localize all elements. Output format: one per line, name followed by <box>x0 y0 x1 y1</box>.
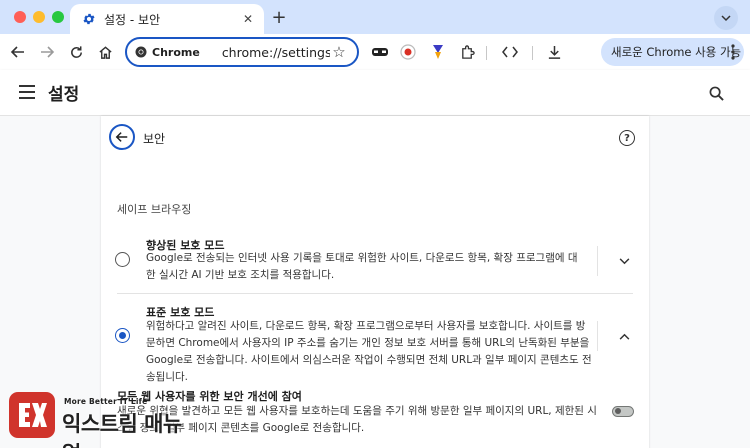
reload-button[interactable] <box>62 38 90 66</box>
forward-button[interactable] <box>33 38 61 66</box>
toolbar-divider <box>532 46 533 60</box>
home-button[interactable] <box>91 38 119 66</box>
chrome-icon <box>135 46 147 58</box>
collapse-standard-button[interactable] <box>616 328 632 344</box>
extension-mask-icon[interactable] <box>372 44 388 60</box>
menu-icon[interactable] <box>19 85 35 99</box>
security-heading: 보안 <box>143 132 166 146</box>
address-bar[interactable]: Chrome chrome://settings/se... ☆ <box>125 37 359 67</box>
toolbar-divider <box>486 46 487 60</box>
window-zoom-button[interactable] <box>52 11 64 23</box>
watermark-tagline: More Better IT Life <box>64 397 148 406</box>
window-close-button[interactable] <box>14 11 26 23</box>
update-chrome-button[interactable]: 새로운 Chrome 사용 가능 <box>601 38 744 66</box>
arrow-right-icon <box>41 46 55 58</box>
url-text[interactable]: chrome://settings/se... <box>222 45 330 60</box>
option-enhanced-protection[interactable]: 향상된 보호 모드 Google로 전송되는 인터넷 사용 기록을 토대로 위험… <box>101 234 649 290</box>
back-arrow-button[interactable] <box>109 124 135 150</box>
site-watermark: More Better IT Life 익스트림 매뉴얼 <box>9 392 199 448</box>
help-icon[interactable]: ? <box>619 130 635 146</box>
search-icon <box>709 86 724 101</box>
extension-download-arrow-icon[interactable] <box>430 44 446 60</box>
site-info-chip[interactable]: Chrome <box>135 46 200 59</box>
chevron-up-icon <box>619 333 629 340</box>
radio-standard-protection[interactable] <box>115 328 130 343</box>
option-standard-protection[interactable]: 표준 보호 모드 위험하다고 알려진 사이트, 다운로드 항목, 확장 프로그램… <box>101 301 649 383</box>
row-divider <box>117 293 633 294</box>
option-separator <box>597 246 598 276</box>
option-separator <box>597 321 598 351</box>
search-settings-button[interactable] <box>706 83 726 103</box>
chevron-down-icon <box>619 257 629 264</box>
devtools-code-icon[interactable] <box>502 44 518 60</box>
home-icon <box>98 45 112 59</box>
update-chrome-label: 새로운 Chrome 사용 가능 <box>611 45 742 59</box>
watermark-logo-icon <box>9 392 55 438</box>
extension-record-icon[interactable] <box>400 44 416 60</box>
window-minimize-button[interactable] <box>33 11 45 23</box>
safe-browsing-section-title: 세이프 브라우징 <box>117 203 192 216</box>
settings-header: 설정 <box>0 70 750 116</box>
more-vert-icon <box>731 44 735 60</box>
bookmark-star-icon[interactable]: ☆ <box>331 43 347 61</box>
back-button[interactable] <box>4 38 32 66</box>
watermark-name: 익스트림 매뉴얼 <box>62 412 182 448</box>
arrow-left-icon <box>115 132 128 142</box>
downloads-icon[interactable] <box>546 44 562 60</box>
option-description: Google로 전송되는 인터넷 사용 기록을 토대로 위험한 사이트, 다운로… <box>146 252 578 281</box>
gear-icon <box>82 12 96 26</box>
chevron-down-icon <box>721 15 731 22</box>
browser-toolbar: Chrome chrome://settings/se... ☆ 새로운 Chr… <box>0 34 750 70</box>
option-description: 위험하다고 알려진 사이트, 다운로드 항목, 확장 프로그램으로부터 사용자를… <box>146 320 592 383</box>
arrow-left-icon <box>10 46 24 58</box>
expand-enhanced-button[interactable] <box>616 253 632 269</box>
tab-title: 설정 - 보안 <box>104 12 161 27</box>
extensions-puzzle-icon[interactable] <box>459 44 475 60</box>
page-title: 설정 <box>48 85 80 105</box>
tab-close-icon[interactable]: ✕ <box>240 11 256 27</box>
reload-icon <box>70 45 82 58</box>
tab-strip: 설정 - 보안 ✕ + <box>0 0 750 34</box>
new-tab-button[interactable]: + <box>268 6 290 28</box>
security-improvement-toggle[interactable] <box>612 406 634 417</box>
tab-search-button[interactable] <box>714 6 738 30</box>
radio-enhanced-protection[interactable] <box>115 252 130 267</box>
site-info-label: Chrome <box>152 45 200 59</box>
tab-settings[interactable]: 설정 - 보안 ✕ <box>70 4 264 34</box>
